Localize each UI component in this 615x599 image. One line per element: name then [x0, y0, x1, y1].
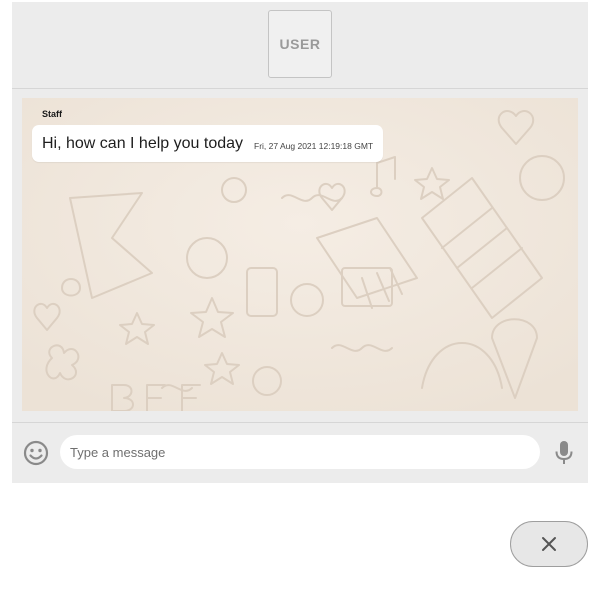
chat-messages-area: Staff Hi, how can I help you today Fri, … [22, 98, 578, 411]
message-timestamp: Fri, 27 Aug 2021 12:19:18 GMT [254, 140, 374, 151]
microphone-button[interactable] [552, 439, 576, 467]
user-avatar: USER [268, 10, 332, 78]
close-chat-button[interactable] [510, 521, 588, 567]
close-x-icon [542, 537, 556, 551]
message-text: Hi, how can I help you today [42, 134, 244, 152]
chat-header: USER [12, 2, 588, 89]
smiley-face-icon [23, 440, 49, 466]
message-composer [12, 422, 588, 483]
message-sender-name: Staff [42, 109, 62, 119]
emoji-button[interactable] [22, 439, 50, 467]
chat-window: USER Staff Hi, how can I help you today … [12, 2, 588, 483]
message-bubble: Hi, how can I help you today Fri, 27 Aug… [32, 125, 384, 162]
avatar-label: USER [279, 36, 321, 52]
microphone-icon [555, 441, 573, 464]
message-input[interactable] [60, 435, 540, 469]
